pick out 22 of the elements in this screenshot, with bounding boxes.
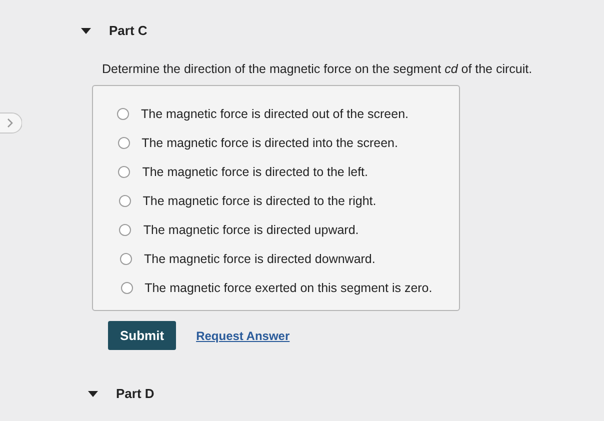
radio-button[interactable] xyxy=(120,252,132,264)
request-answer-link[interactable]: Request Answer xyxy=(196,328,290,342)
collapse-triangle-icon[interactable] xyxy=(81,26,91,36)
submit-button[interactable]: Submit xyxy=(108,321,176,350)
radio-button[interactable] xyxy=(119,224,132,236)
radio-button[interactable] xyxy=(118,166,130,178)
expand-sidebar-icon[interactable] xyxy=(0,112,22,134)
option-label: The magnetic force is directed to the left. xyxy=(142,164,368,178)
radio-button[interactable] xyxy=(117,108,129,120)
radio-button[interactable] xyxy=(118,136,130,148)
radio-button[interactable] xyxy=(118,194,131,206)
option-label: The magnetic force is directed downward. xyxy=(144,252,376,266)
option-label: The magnetic force is directed upward. xyxy=(143,222,359,236)
part-title[interactable]: Part C xyxy=(109,23,148,38)
radio-button[interactable] xyxy=(120,282,133,294)
option-label: The magnetic force exerted on this segment is zero. xyxy=(144,280,432,294)
option-label: The magnetic force is directed out of the screen. xyxy=(141,106,408,120)
part-title[interactable]: Part D xyxy=(116,386,154,401)
collapse-triangle-icon[interactable] xyxy=(88,388,98,398)
question-text: Determine the direction of the magnetic force on the segment cd of the circuit. xyxy=(102,62,532,76)
option-label: The magnetic force is directed into the screen. xyxy=(142,136,398,150)
option-label: The magnetic force is directed to the right. xyxy=(142,194,376,208)
